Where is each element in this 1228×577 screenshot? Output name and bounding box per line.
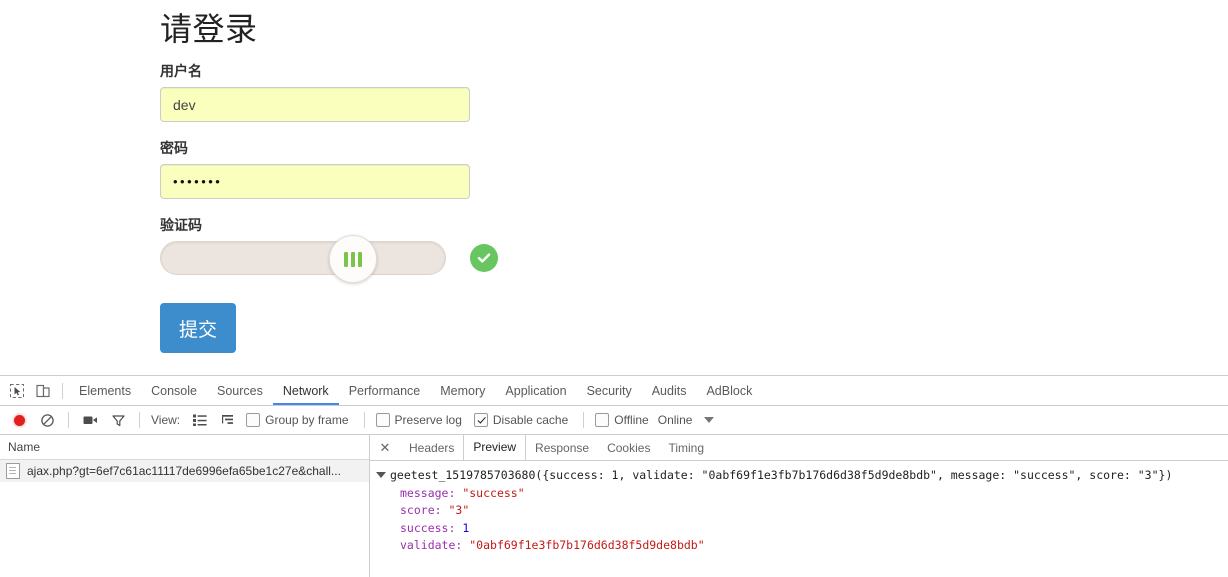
devtools-panel: Elements Console Sources Network Perform…	[0, 375, 1228, 577]
preserve-log-label: Preserve log	[394, 413, 462, 427]
offline-checkbox[interactable]: Offline	[595, 413, 649, 427]
record-icon[interactable]	[6, 407, 32, 433]
jsonp-callback-text: geetest_1519785703680({success: 1, valid…	[390, 468, 1173, 482]
tab-performance[interactable]: Performance	[339, 377, 431, 405]
view-label: View:	[151, 413, 181, 427]
checkbox-box-checked	[473, 413, 488, 427]
list-item: score: "3"	[376, 502, 1228, 520]
login-form: 请登录 用户名 密码 ••••••• 验证码	[160, 8, 580, 353]
list-item: message: "success"	[376, 485, 1228, 503]
property-key: score:	[400, 503, 442, 517]
tab-cookies[interactable]: Cookies	[598, 436, 659, 460]
preserve-log-checkbox[interactable]: Preserve log	[375, 413, 462, 427]
throttling-value[interactable]: Online	[658, 413, 693, 427]
offline-label: Offline	[614, 413, 649, 427]
property-value: "0abf69f1e3fb7b176d6d38f5d9de8bdb"	[469, 538, 705, 552]
view-list-icon[interactable]	[187, 407, 213, 433]
property-key: validate:	[400, 538, 463, 552]
request-name: ajax.php?gt=6ef7c61ac11117de6996efa65be1…	[27, 464, 341, 478]
tab-headers[interactable]: Headers	[400, 436, 463, 460]
submit-button[interactable]: 提交	[160, 303, 236, 353]
password-field-group: 密码 •••••••	[160, 139, 580, 199]
network-toolbar: View: Group by frame Preserve log Disabl…	[0, 406, 1228, 435]
username-field-group: 用户名	[160, 62, 580, 122]
tab-sources[interactable]: Sources	[207, 377, 273, 405]
devtools-tabbar: Elements Console Sources Network Perform…	[0, 376, 1228, 406]
username-input[interactable]	[160, 87, 470, 122]
group-by-frame-checkbox[interactable]: Group by frame	[246, 413, 349, 427]
network-body: Name ajax.php?gt=6ef7c61ac11117de6996efa…	[0, 435, 1228, 577]
captcha-label: 验证码	[160, 217, 202, 233]
tab-adblock[interactable]: AdBlock	[696, 377, 762, 405]
tab-application[interactable]: Application	[495, 377, 576, 405]
property-key: message:	[400, 485, 456, 500]
captcha-slider-track[interactable]	[160, 235, 446, 283]
preview-content: geetest_1519785703680({success: 1, valid…	[370, 461, 1228, 555]
expand-triangle-icon[interactable]	[376, 472, 386, 478]
checkbox-box	[375, 413, 390, 427]
tab-timing[interactable]: Timing	[659, 436, 713, 460]
tab-memory[interactable]: Memory	[430, 377, 495, 405]
toolbar-divider-5	[583, 412, 585, 428]
inspect-cursor-icon[interactable]	[4, 378, 30, 404]
table-row[interactable]: ajax.php?gt=6ef7c61ac11117de6996efa65be1…	[0, 460, 369, 482]
tab-preview[interactable]: Preview	[463, 435, 527, 460]
list-item: success: 1	[376, 520, 1228, 538]
view-waterfall-icon[interactable]	[215, 407, 241, 433]
username-label: 用户名	[160, 63, 202, 79]
jsonp-callback-row: geetest_1519785703680({success: 1, valid…	[376, 467, 1228, 485]
disable-cache-label: Disable cache	[492, 413, 569, 427]
request-column-name[interactable]: Name	[0, 435, 369, 460]
filter-funnel-icon[interactable]	[105, 407, 131, 433]
request-detail-pane: ✕ Headers Preview Response Cookies Timin…	[370, 435, 1228, 577]
disable-cache-checkbox[interactable]: Disable cache	[473, 413, 569, 427]
captcha-success-icon	[470, 244, 498, 272]
more-options-caret-icon[interactable]	[704, 417, 715, 423]
captcha-slider-handle[interactable]	[329, 235, 377, 283]
property-value: 1	[462, 520, 470, 535]
property-value: "success"	[462, 485, 525, 500]
captcha-slider-row	[160, 235, 580, 283]
login-page: 请登录 用户名 密码 ••••••• 验证码	[0, 0, 1228, 375]
password-input[interactable]: •••••••	[160, 164, 470, 199]
document-icon	[6, 463, 20, 479]
toolbar-divider-4	[363, 412, 365, 428]
detail-tabbar: ✕ Headers Preview Response Cookies Timin…	[370, 435, 1228, 461]
slider-grip-icon	[344, 251, 362, 267]
captcha-field-group: 验证码	[160, 216, 580, 283]
page-title: 请登录	[160, 11, 258, 47]
password-label: 密码	[160, 140, 188, 156]
screenshot-root: 请登录 用户名 密码 ••••••• 验证码	[0, 0, 1228, 577]
tab-audits[interactable]: Audits	[642, 377, 697, 405]
checkbox-box	[595, 413, 610, 427]
property-key: success:	[400, 520, 456, 535]
tab-network[interactable]: Network	[273, 377, 339, 405]
screenshot-camera-icon[interactable]	[77, 407, 103, 433]
toolbar-divider-3	[139, 412, 140, 428]
tab-elements[interactable]: Elements	[69, 377, 141, 405]
group-by-frame-label: Group by frame	[265, 413, 349, 427]
close-icon[interactable]: ✕	[376, 439, 394, 457]
toolbar-divider-2	[68, 412, 69, 428]
tab-security[interactable]: Security	[577, 377, 642, 405]
tab-console[interactable]: Console	[141, 377, 207, 405]
clear-icon[interactable]	[34, 407, 60, 433]
property-value: "3"	[448, 503, 470, 517]
tab-response[interactable]: Response	[526, 436, 598, 460]
request-list: Name ajax.php?gt=6ef7c61ac11117de6996efa…	[0, 435, 370, 577]
toolbar-divider	[62, 382, 63, 399]
list-item: validate: "0abf69f1e3fb7b176d6d38f5d9de8…	[376, 537, 1228, 555]
checkbox-box	[246, 413, 261, 427]
device-toolbar-icon[interactable]	[30, 378, 56, 404]
